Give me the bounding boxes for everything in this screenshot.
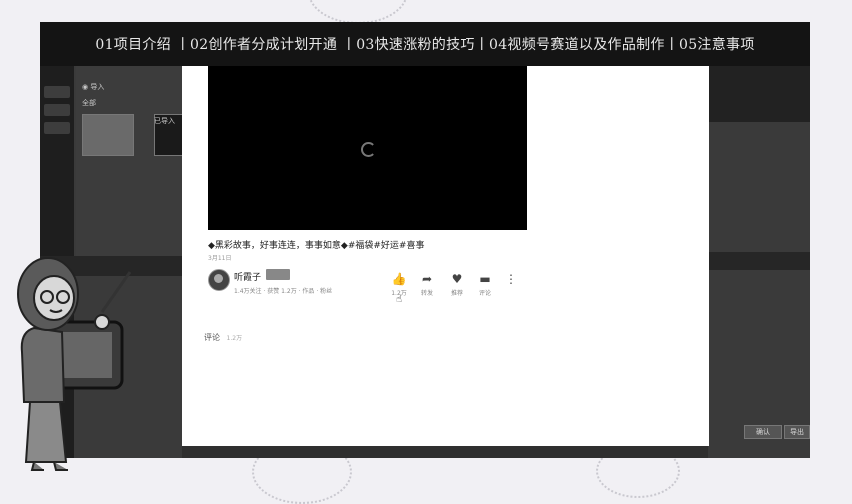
author-name[interactable]: 听霞子 [234, 270, 261, 283]
recommend-button[interactable]: ♥ 推荐 [446, 272, 468, 297]
side-nav-item[interactable] [44, 122, 70, 134]
media-thumbnail[interactable] [82, 114, 134, 156]
confirm-button[interactable]: 确认 [744, 425, 782, 439]
comments-header: 评论 1.2万 [204, 332, 242, 343]
editor-right-panel: 确认 导出 [708, 66, 810, 458]
banner-text: 01项目介绍 丨02创作者分成计划开通 丨03快速涨粉的技巧丨04视频号赛道以及… [95, 37, 755, 53]
media-thumbnail-caption: 已导入 [154, 117, 175, 125]
teacher-illustration [17, 257, 132, 471]
loading-spinner-icon [361, 142, 376, 157]
export-button[interactable]: 导出 [784, 425, 810, 439]
comment-icon: ▬ [479, 272, 491, 286]
comment-label: 评论 [478, 290, 491, 297]
post-title: ◆黑彩故事，好事连连，事事如意◆#福袋#好运#喜事 [208, 241, 425, 251]
video-post-page: ◆黑彩故事，好事连连，事事如意◆#福袋#好运#喜事 3月11日 听霞子 1.4万… [182, 66, 709, 446]
side-nav-item[interactable] [44, 104, 70, 116]
thumbs-up-icon: 👍 [391, 272, 407, 286]
side-nav-item[interactable] [44, 86, 70, 98]
more-icon: ⋮ [505, 272, 517, 286]
comments-label: 评论 [204, 333, 220, 342]
share-icon: ➦ [421, 272, 433, 286]
more-button[interactable]: ⋮ [500, 272, 522, 286]
preview-area [708, 66, 810, 122]
video-player[interactable] [208, 66, 527, 230]
background-decoration [308, 0, 408, 24]
hand-cursor-icon: ☝ [396, 294, 403, 305]
author-badge [266, 269, 290, 280]
timeline-ruler [708, 252, 810, 270]
share-label: 转发 [420, 290, 433, 297]
media-section-label[interactable]: 全部 [82, 98, 96, 108]
post-date: 3月11日 [208, 255, 232, 262]
recommend-label: 推荐 [450, 290, 463, 297]
media-library: ◉ 导入 全部 已导入 [76, 66, 184, 266]
author-meta: 1.4万关注 · 获赞 1.2万 · 作品 · 粉丝 [234, 288, 333, 295]
course-banner: 01项目介绍 丨02创作者分成计划开通 丨03快速涨粉的技巧丨04视频号赛道以及… [40, 22, 810, 66]
heart-icon: ♥ [451, 272, 463, 286]
comments-count: 1.2万 [226, 335, 243, 342]
author-avatar[interactable] [208, 269, 230, 291]
share-button[interactable]: ➦ 转发 [416, 272, 438, 297]
media-panel-title[interactable]: ◉ 导入 [82, 82, 104, 92]
comment-button[interactable]: ▬ 评论 [474, 272, 496, 297]
